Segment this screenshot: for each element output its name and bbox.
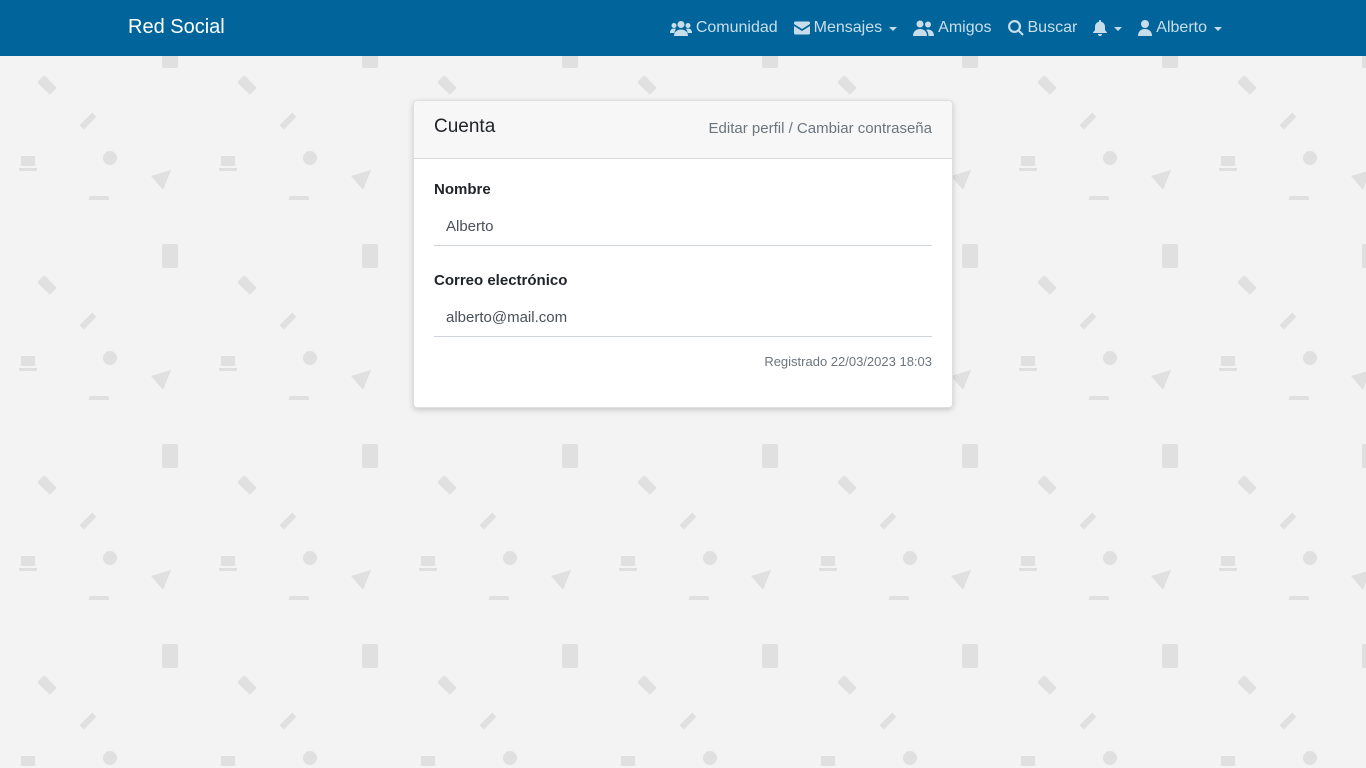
name-field-group: Nombre [434,181,932,246]
nav-item-amigos[interactable]: Amigos [905,0,999,56]
brand-link[interactable]: Red Social [128,16,225,39]
account-card: Cuenta Editar perfil / Cambiar contraseñ… [413,100,953,408]
bell-icon [1093,20,1108,36]
users-icon [669,21,692,36]
email-field[interactable] [434,299,932,337]
edit-profile-link[interactable]: Editar perfil [709,120,785,137]
name-field[interactable] [434,208,932,246]
nav-label-buscar: Buscar [1027,19,1078,36]
card-body: Nombre Correo electrónico Registrado 22/… [414,159,952,369]
nav-label-mensajes: Mensajes [813,19,883,36]
chevron-down-icon [1214,27,1222,31]
registered-date: Registrado 22/03/2023 18:03 [764,354,932,369]
nav-item-comunidad[interactable]: Comunidad [662,0,786,56]
nav-label-amigos: Amigos [938,19,992,36]
change-password-link[interactable]: Cambiar contraseña [797,120,932,137]
nav-item-user-alberto[interactable]: Alberto [1130,0,1230,56]
nav-menu: Comunidad Mensajes Amigos Buscar Alberto [662,0,1230,56]
nav-item-buscar[interactable]: Buscar [1000,0,1086,56]
chevron-down-icon [1114,27,1123,31]
user-friends-icon [913,20,935,36]
nav-item-notifications[interactable] [1085,0,1130,56]
user-icon [1138,20,1153,36]
card-header: Cuenta Editar perfil / Cambiar contraseñ… [414,101,952,159]
nav-item-mensajes[interactable]: Mensajes [786,0,905,56]
name-label: Nombre [434,181,491,198]
top-navbar: Red Social Comunidad Mensajes Amigos Bus… [0,0,1366,56]
card-header-links: Editar perfil / Cambiar contraseña [709,120,932,137]
email-label: Correo electrónico [434,272,568,289]
email-field-group: Correo electrónico [434,272,932,337]
card-title: Cuenta [434,116,496,137]
nav-label-comunidad: Comunidad [695,19,778,36]
chevron-down-icon [889,27,898,31]
link-separator: / [784,120,797,137]
nav-label-user: Alberto [1156,19,1207,36]
envelope-icon [793,21,810,35]
search-icon [1007,20,1024,36]
